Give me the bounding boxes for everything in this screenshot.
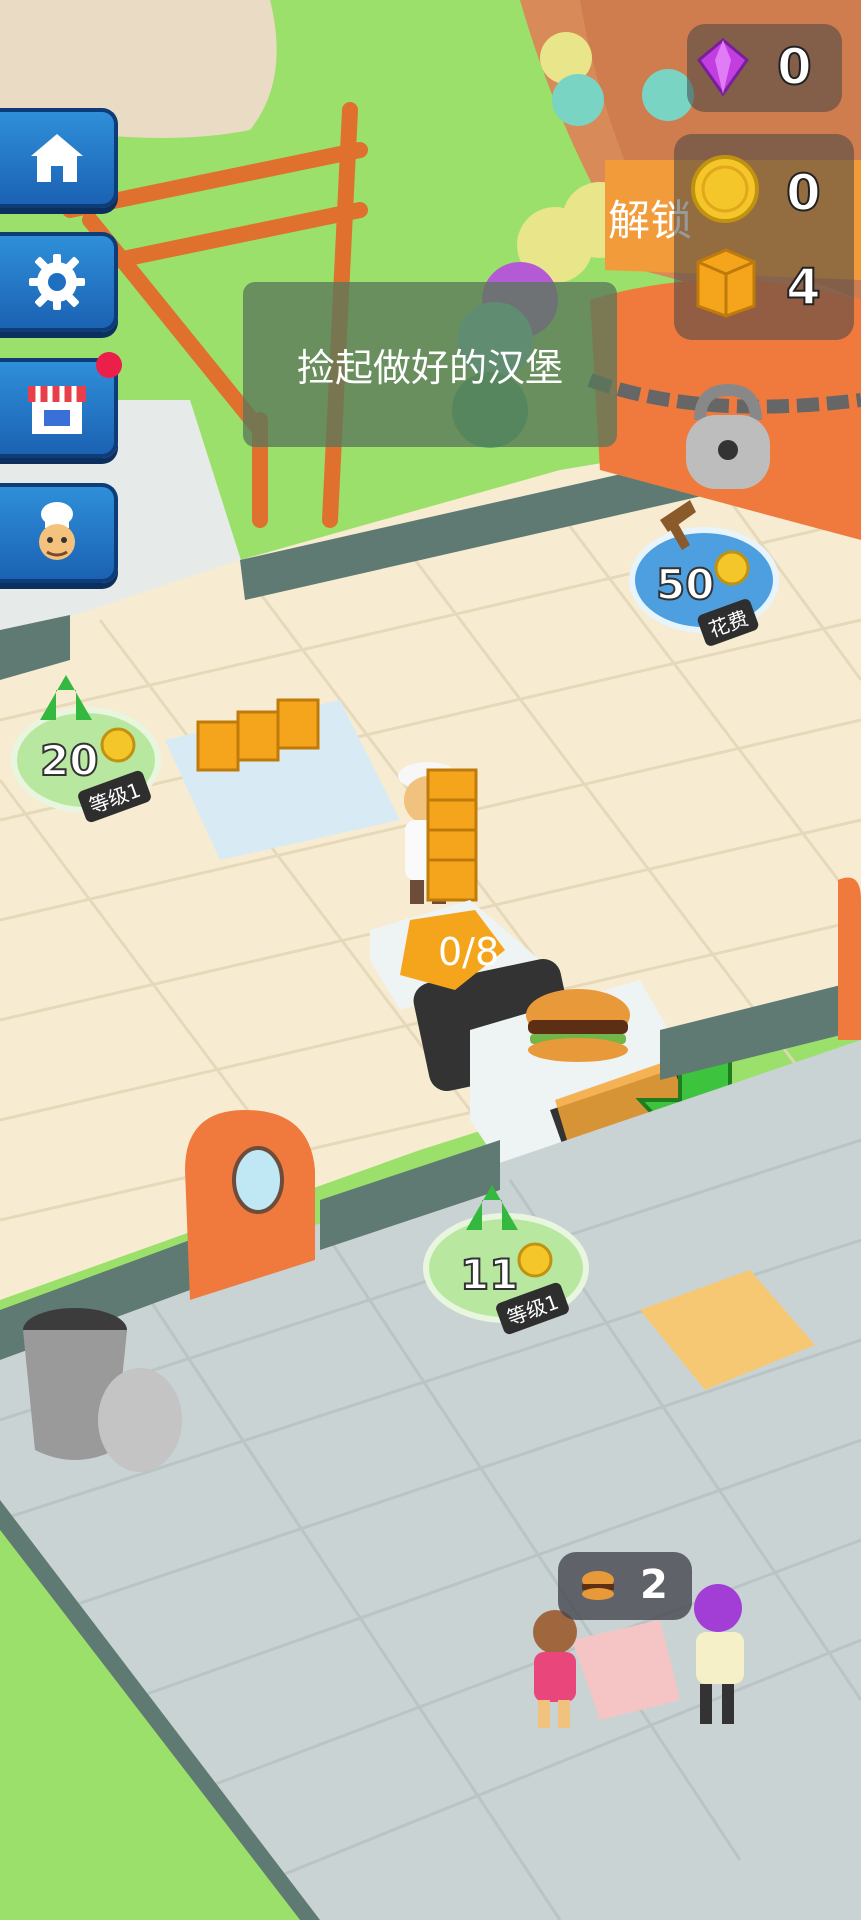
grill-upgrade-price: 11 xyxy=(459,1249,519,1300)
coin-icon xyxy=(517,1242,553,1278)
spend-price: 50 xyxy=(655,559,715,610)
left-upgrade-price: 20 xyxy=(39,735,99,786)
shop-notification-dot xyxy=(96,352,122,378)
box-count: 4 xyxy=(785,257,822,317)
shop-icon xyxy=(28,386,86,434)
gem-count: 0 xyxy=(776,37,813,97)
tutorial-hint: 捡起做好的汉堡 xyxy=(243,282,617,447)
order-count: 2 xyxy=(640,1562,668,1608)
customer-order-bubble: 2 xyxy=(558,1552,692,1620)
gear-icon xyxy=(29,254,85,310)
chef-button[interactable] xyxy=(0,483,118,583)
coin-box-panel: 0 4 xyxy=(674,134,854,340)
coin-icon xyxy=(691,155,759,223)
conveyor-counter: 0/8 xyxy=(438,930,499,974)
box-icon xyxy=(696,248,756,318)
shop-button[interactable] xyxy=(0,352,122,458)
burger-order-icon xyxy=(582,1571,614,1600)
home-button[interactable] xyxy=(0,108,118,208)
hint-text: 捡起做好的汉堡 xyxy=(296,346,563,390)
burger-icon xyxy=(526,989,630,1062)
coin-icon xyxy=(714,550,750,586)
gem-icon xyxy=(697,38,749,96)
chef-icon xyxy=(39,502,75,560)
home-icon xyxy=(31,134,83,182)
gem-panel: 0 xyxy=(687,24,842,112)
settings-button[interactable] xyxy=(0,232,118,332)
coin-icon xyxy=(100,727,136,763)
coin-count: 0 xyxy=(785,163,822,223)
